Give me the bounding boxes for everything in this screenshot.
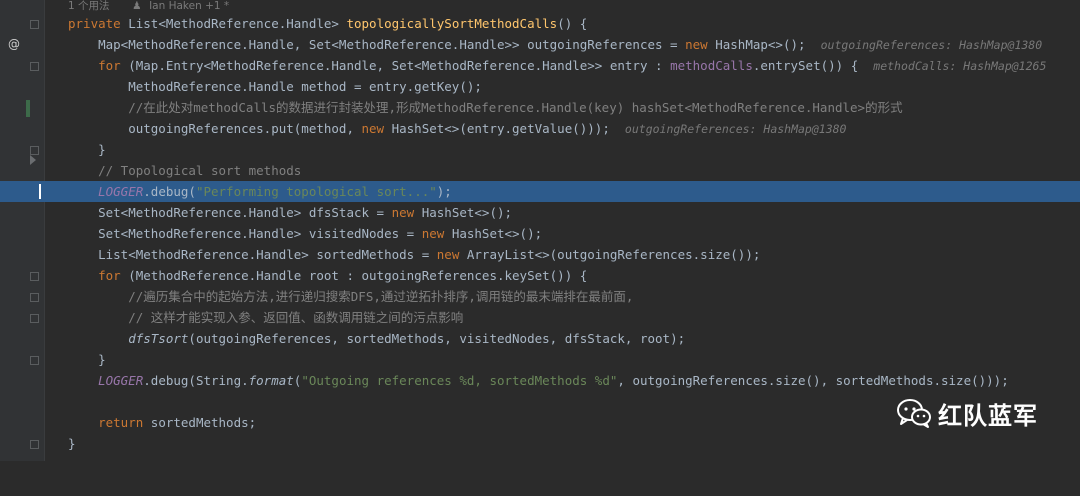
fold-toggle-icon[interactable] <box>30 356 39 365</box>
code-line-18[interactable]: LOGGER.debug(String.format("Outgoing ref… <box>0 370 1080 391</box>
code-line-3[interactable]: for (Map.Entry<MethodReference.Handle, S… <box>0 55 1080 76</box>
code-line-11[interactable]: Set<MethodReference.Handle> visitedNodes… <box>0 223 1080 244</box>
code-line-7[interactable]: } <box>0 139 1080 160</box>
fold-toggle-icon[interactable] <box>30 146 39 155</box>
debug-value-hint: methodCalls: HashMap@1265 <box>873 59 1047 73</box>
code-line-13[interactable]: for (MethodReference.Handle root : outgo… <box>0 265 1080 286</box>
fold-toggle-icon[interactable] <box>30 440 39 449</box>
text-caret <box>39 184 41 199</box>
code-line-17[interactable]: } <box>0 349 1080 370</box>
author-icon: ♟ <box>132 0 142 12</box>
code-line-15[interactable]: // 这样才能实现入参、返回值、函数调用链之间的污点影响 <box>0 307 1080 328</box>
fold-toggle-icon[interactable] <box>30 62 39 71</box>
code-line-12[interactable]: List<MethodReference.Handle> sortedMetho… <box>0 244 1080 265</box>
code-line-8[interactable]: // Topological sort methods <box>0 155 1080 181</box>
code-line-10[interactable]: Set<MethodReference.Handle> dfsStack = n… <box>0 202 1080 223</box>
author-link[interactable]: Ian Haken +1 * <box>149 0 229 12</box>
fold-toggle-icon[interactable] <box>30 272 39 281</box>
watermark: 红队蓝军 <box>896 395 1038 431</box>
code-line-9-current[interactable]: LOGGER.debug("Performing topological sor… <box>0 181 1080 202</box>
wechat-icon <box>897 399 931 428</box>
fold-toggle-icon[interactable] <box>30 314 39 323</box>
watermark-text: 红队蓝军 <box>938 401 1038 430</box>
code-line-1[interactable]: @ private List<MethodReference.Handle> t… <box>0 13 1080 51</box>
usages-link[interactable]: 1 个用法 <box>68 0 110 12</box>
code-line-5[interactable]: //在此处对methodCalls的数据进行封装处理,形成MethodRefer… <box>0 97 1080 118</box>
code-line-14[interactable]: //遍历集合中的起始方法,进行递归搜索DFS,通过逆拓扑排序,调用链的最末端排在… <box>0 286 1080 307</box>
code-line-16[interactable]: dfsTsort(outgoingReferences, sortedMetho… <box>0 328 1080 349</box>
debug-value-hint: outgoingReferences: HashMap@1380 <box>820 38 1043 52</box>
code-line-4[interactable]: MethodReference.Handle method = entry.ge… <box>0 76 1080 97</box>
code-line-2[interactable]: Map<MethodReference.Handle, Set<MethodRe… <box>0 34 1080 55</box>
code-line-21[interactable]: } <box>0 433 1080 454</box>
fold-arrow-icon[interactable] <box>30 155 36 165</box>
fold-toggle-icon[interactable] <box>30 293 39 302</box>
fold-toggle-icon[interactable] <box>30 20 39 29</box>
debug-value-hint: outgoingReferences: HashMap@1380 <box>624 122 847 136</box>
code-line-6[interactable]: outgoingReferences.put(method, new HashS… <box>0 118 1080 139</box>
